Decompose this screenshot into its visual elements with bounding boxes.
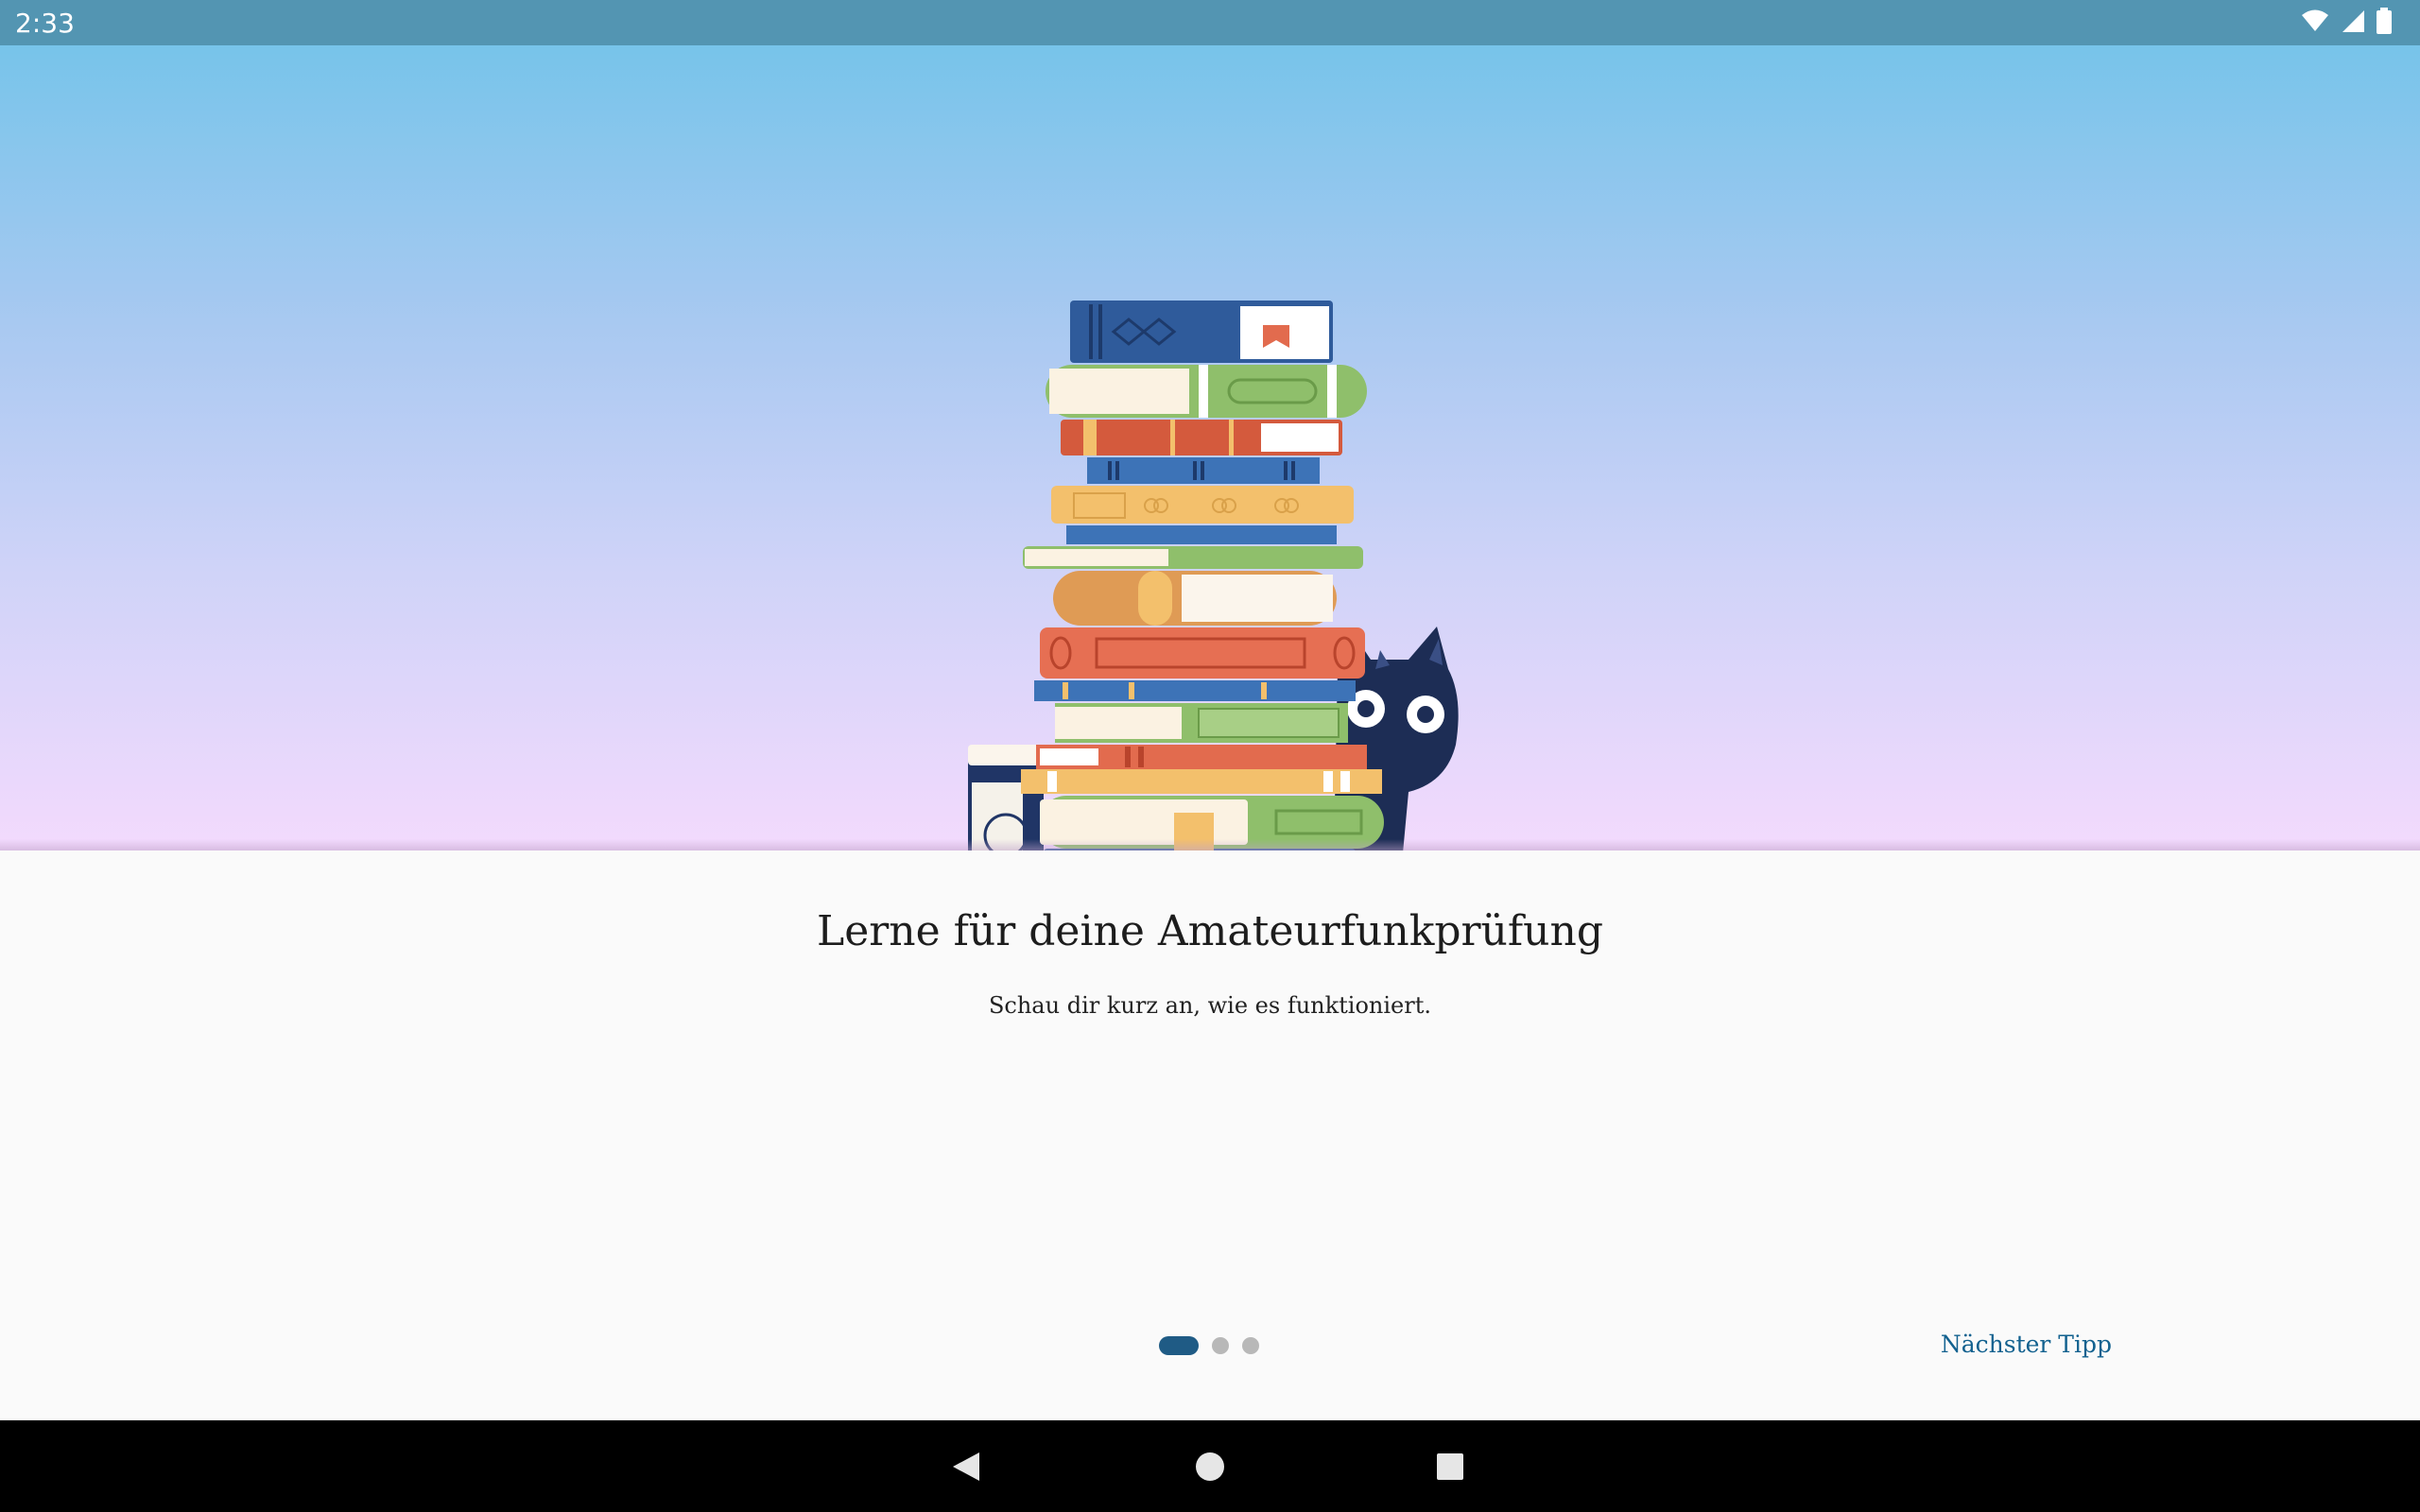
page-subtitle: Schau dir kurz an, wie es funktioniert. — [988, 992, 1432, 1019]
navigation-bar — [0, 1420, 2420, 1512]
recents-button[interactable] — [1403, 1420, 1497, 1512]
hero-illustration-area — [0, 45, 2420, 850]
page-indicator — [1159, 1334, 1259, 1357]
recents-icon — [1437, 1452, 1463, 1480]
page-indicator-dot-1[interactable] — [1159, 1336, 1199, 1355]
status-bar: 2:33 — [0, 0, 2420, 45]
home-icon — [1196, 1452, 1224, 1481]
onboarding-content: Lerne für deine Amateurfunkprüfung Schau… — [0, 850, 2420, 1420]
page-indicator-dot-3[interactable] — [1242, 1337, 1259, 1354]
wifi-icon — [2301, 9, 2329, 38]
back-icon — [953, 1452, 979, 1481]
page-title: Lerne für deine Amateurfunkprüfung — [816, 907, 1604, 955]
status-time: 2:33 — [15, 8, 75, 39]
system-icons — [2301, 7, 2392, 39]
home-button[interactable] — [1163, 1420, 1257, 1512]
stack-of-books-with-cat-icon — [968, 301, 1459, 850]
cell-signal-icon — [2341, 9, 2365, 38]
next-tip-button[interactable]: Nächster Tipp — [1933, 1327, 2119, 1362]
page-indicator-dot-2[interactable] — [1212, 1337, 1229, 1354]
battery-icon — [2377, 7, 2392, 39]
back-button[interactable] — [919, 1420, 1013, 1512]
